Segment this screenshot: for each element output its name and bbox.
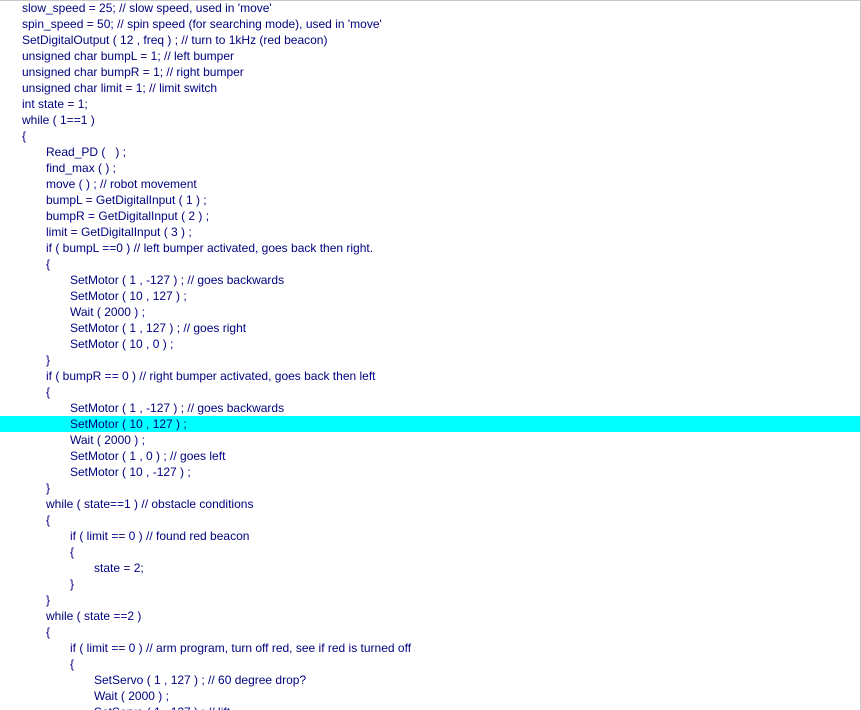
code-line[interactable]: bumpR = GetDigitalInput ( 2 ) ;: [0, 208, 861, 224]
code-line[interactable]: SetServo ( 1 , 127 ) ; // 60 degree drop…: [0, 672, 861, 688]
code-line-text: Wait ( 2000 ) ;: [70, 433, 145, 447]
code-line-text: spin_speed = 50; // spin speed (for sear…: [22, 17, 382, 31]
code-line[interactable]: Wait ( 2000 ) ;: [0, 432, 861, 448]
code-line-text: int state = 1;: [22, 97, 88, 111]
code-line[interactable]: SetMotor ( 1 , 0 ) ; // goes left: [0, 448, 861, 464]
code-line-text: }: [46, 353, 51, 367]
code-line[interactable]: bumpL = GetDigitalInput ( 1 ) ;: [0, 192, 861, 208]
code-line-text: Read_PD ( ) ;: [46, 145, 127, 159]
code-line[interactable]: Wait ( 2000 ) ;: [0, 304, 861, 320]
code-line[interactable]: if ( bumpR == 0 ) // right bumper activa…: [0, 368, 861, 384]
code-line[interactable]: SetMotor ( 1 , -127 ) ; // goes backward…: [0, 400, 861, 416]
code-line[interactable]: SetMotor ( 10 , 127 ) ;: [0, 416, 861, 432]
code-line[interactable]: unsigned char bumpL = 1; // left bumper: [0, 48, 861, 64]
code-line[interactable]: }: [0, 352, 861, 368]
code-line-text: unsigned char limit = 1; // limit switch: [22, 81, 218, 95]
code-line[interactable]: SetMotor ( 10 , 0 ) ;: [0, 336, 861, 352]
code-line[interactable]: Wait ( 2000 ) ;: [0, 688, 861, 704]
code-line[interactable]: }: [0, 480, 861, 496]
code-line-text: while ( state==1 ) // obstacle condition…: [46, 497, 254, 511]
code-line-text: if ( bumpR == 0 ) // right bumper activa…: [46, 369, 376, 383]
code-line-text: SetMotor ( 10 , 0 ) ;: [70, 337, 174, 351]
code-line-text: SetServo ( 1 , 127 ) ; // 60 degree drop…: [94, 673, 307, 687]
code-line-text: {: [46, 385, 51, 399]
code-line-text: SetDigitalOutput ( 12 , freq ) ; // turn…: [22, 33, 328, 47]
code-line[interactable]: while ( state ==2 ): [0, 608, 861, 624]
code-line[interactable]: SetMotor ( 10 , 127 ) ;: [0, 288, 861, 304]
code-line-text: {: [46, 513, 51, 527]
code-line-text: while ( state ==2 ): [46, 609, 142, 623]
code-line[interactable]: }: [0, 576, 861, 592]
code-line-text: Wait ( 2000 ) ;: [94, 689, 169, 703]
code-editor[interactable]: slow_speed = 25; // slow speed, used in …: [0, 0, 861, 710]
code-line[interactable]: SetMotor ( 10 , -127 ) ;: [0, 464, 861, 480]
code-line-text: state = 2;: [94, 561, 144, 575]
code-line[interactable]: Read_PD ( ) ;: [0, 144, 861, 160]
code-line-text: SetServo ( 1 , 127 ) ; // lift: [94, 705, 230, 710]
code-line[interactable]: limit = GetDigitalInput ( 3 ) ;: [0, 224, 861, 240]
code-line[interactable]: while ( state==1 ) // obstacle condition…: [0, 496, 861, 512]
code-line[interactable]: if ( bumpL ==0 ) // left bumper activate…: [0, 240, 861, 256]
code-line[interactable]: {: [0, 624, 861, 640]
code-line[interactable]: {: [0, 128, 861, 144]
code-line-text: if ( limit == 0 ) // found red beacon: [70, 529, 250, 543]
code-line[interactable]: move ( ) ; // robot movement: [0, 176, 861, 192]
code-line[interactable]: }: [0, 592, 861, 608]
code-line-text: {: [70, 545, 75, 559]
code-line-text: if ( limit == 0 ) // arm program, turn o…: [70, 641, 412, 655]
code-line[interactable]: {: [0, 544, 861, 560]
code-line[interactable]: SetMotor ( 1 , 127 ) ; // goes right: [0, 320, 861, 336]
code-line-text: while ( 1==1 ): [22, 113, 95, 127]
code-line[interactable]: int state = 1;: [0, 96, 861, 112]
code-line-text: {: [70, 657, 75, 671]
code-line-text: {: [22, 129, 27, 143]
code-line-text: {: [46, 257, 51, 271]
code-line-text: unsigned char bumpR = 1; // right bumper: [22, 65, 244, 79]
code-line[interactable]: SetDigitalOutput ( 12 , freq ) ; // turn…: [0, 32, 861, 48]
code-line-text: SetMotor ( 1 , 127 ) ; // goes right: [70, 321, 247, 335]
code-line[interactable]: state = 2;: [0, 560, 861, 576]
code-line-text: {: [46, 625, 51, 639]
code-line-text: Wait ( 2000 ) ;: [70, 305, 145, 319]
code-line-text: slow_speed = 25; // slow speed, used in …: [22, 1, 272, 15]
code-line[interactable]: SetServo ( 1 , 127 ) ; // lift: [0, 704, 861, 710]
code-line[interactable]: SetMotor ( 1 , -127 ) ; // goes backward…: [0, 272, 861, 288]
code-line[interactable]: {: [0, 256, 861, 272]
code-line[interactable]: spin_speed = 50; // spin speed (for sear…: [0, 16, 861, 32]
code-line-text: SetMotor ( 1 , -127 ) ; // goes backward…: [70, 401, 285, 415]
code-line[interactable]: if ( limit == 0 ) // found red beacon: [0, 528, 861, 544]
code-line-text: limit = GetDigitalInput ( 3 ) ;: [46, 225, 192, 239]
code-line-text: SetMotor ( 10 , 127 ) ;: [70, 289, 187, 303]
code-line[interactable]: find_max ( ) ;: [0, 160, 861, 176]
code-line-text: bumpL = GetDigitalInput ( 1 ) ;: [46, 193, 207, 207]
code-line[interactable]: {: [0, 384, 861, 400]
code-line-text: SetMotor ( 1 , -127 ) ; // goes backward…: [70, 273, 285, 287]
code-line-text: find_max ( ) ;: [46, 161, 117, 175]
code-line-text: }: [70, 577, 75, 591]
code-line-text: SetMotor ( 1 , 0 ) ; // goes left: [70, 449, 226, 463]
code-line-text: move ( ) ; // robot movement: [46, 177, 197, 191]
code-line[interactable]: {: [0, 656, 861, 672]
code-line[interactable]: if ( limit == 0 ) // arm program, turn o…: [0, 640, 861, 656]
code-line-text: unsigned char bumpL = 1; // left bumper: [22, 49, 235, 63]
code-line[interactable]: unsigned char bumpR = 1; // right bumper: [0, 64, 861, 80]
code-line[interactable]: slow_speed = 25; // slow speed, used in …: [0, 0, 861, 16]
code-line-text: SetMotor ( 10 , -127 ) ;: [70, 465, 191, 479]
code-line-text: bumpR = GetDigitalInput ( 2 ) ;: [46, 209, 210, 223]
code-line-text: SetMotor ( 10 , 127 ) ;: [70, 417, 187, 431]
code-line[interactable]: {: [0, 512, 861, 528]
code-line[interactable]: unsigned char limit = 1; // limit switch: [0, 80, 861, 96]
code-line-text: if ( bumpL ==0 ) // left bumper activate…: [46, 241, 374, 255]
code-line-text: }: [46, 593, 51, 607]
code-line[interactable]: while ( 1==1 ): [0, 112, 861, 128]
code-line-text: }: [46, 481, 51, 495]
